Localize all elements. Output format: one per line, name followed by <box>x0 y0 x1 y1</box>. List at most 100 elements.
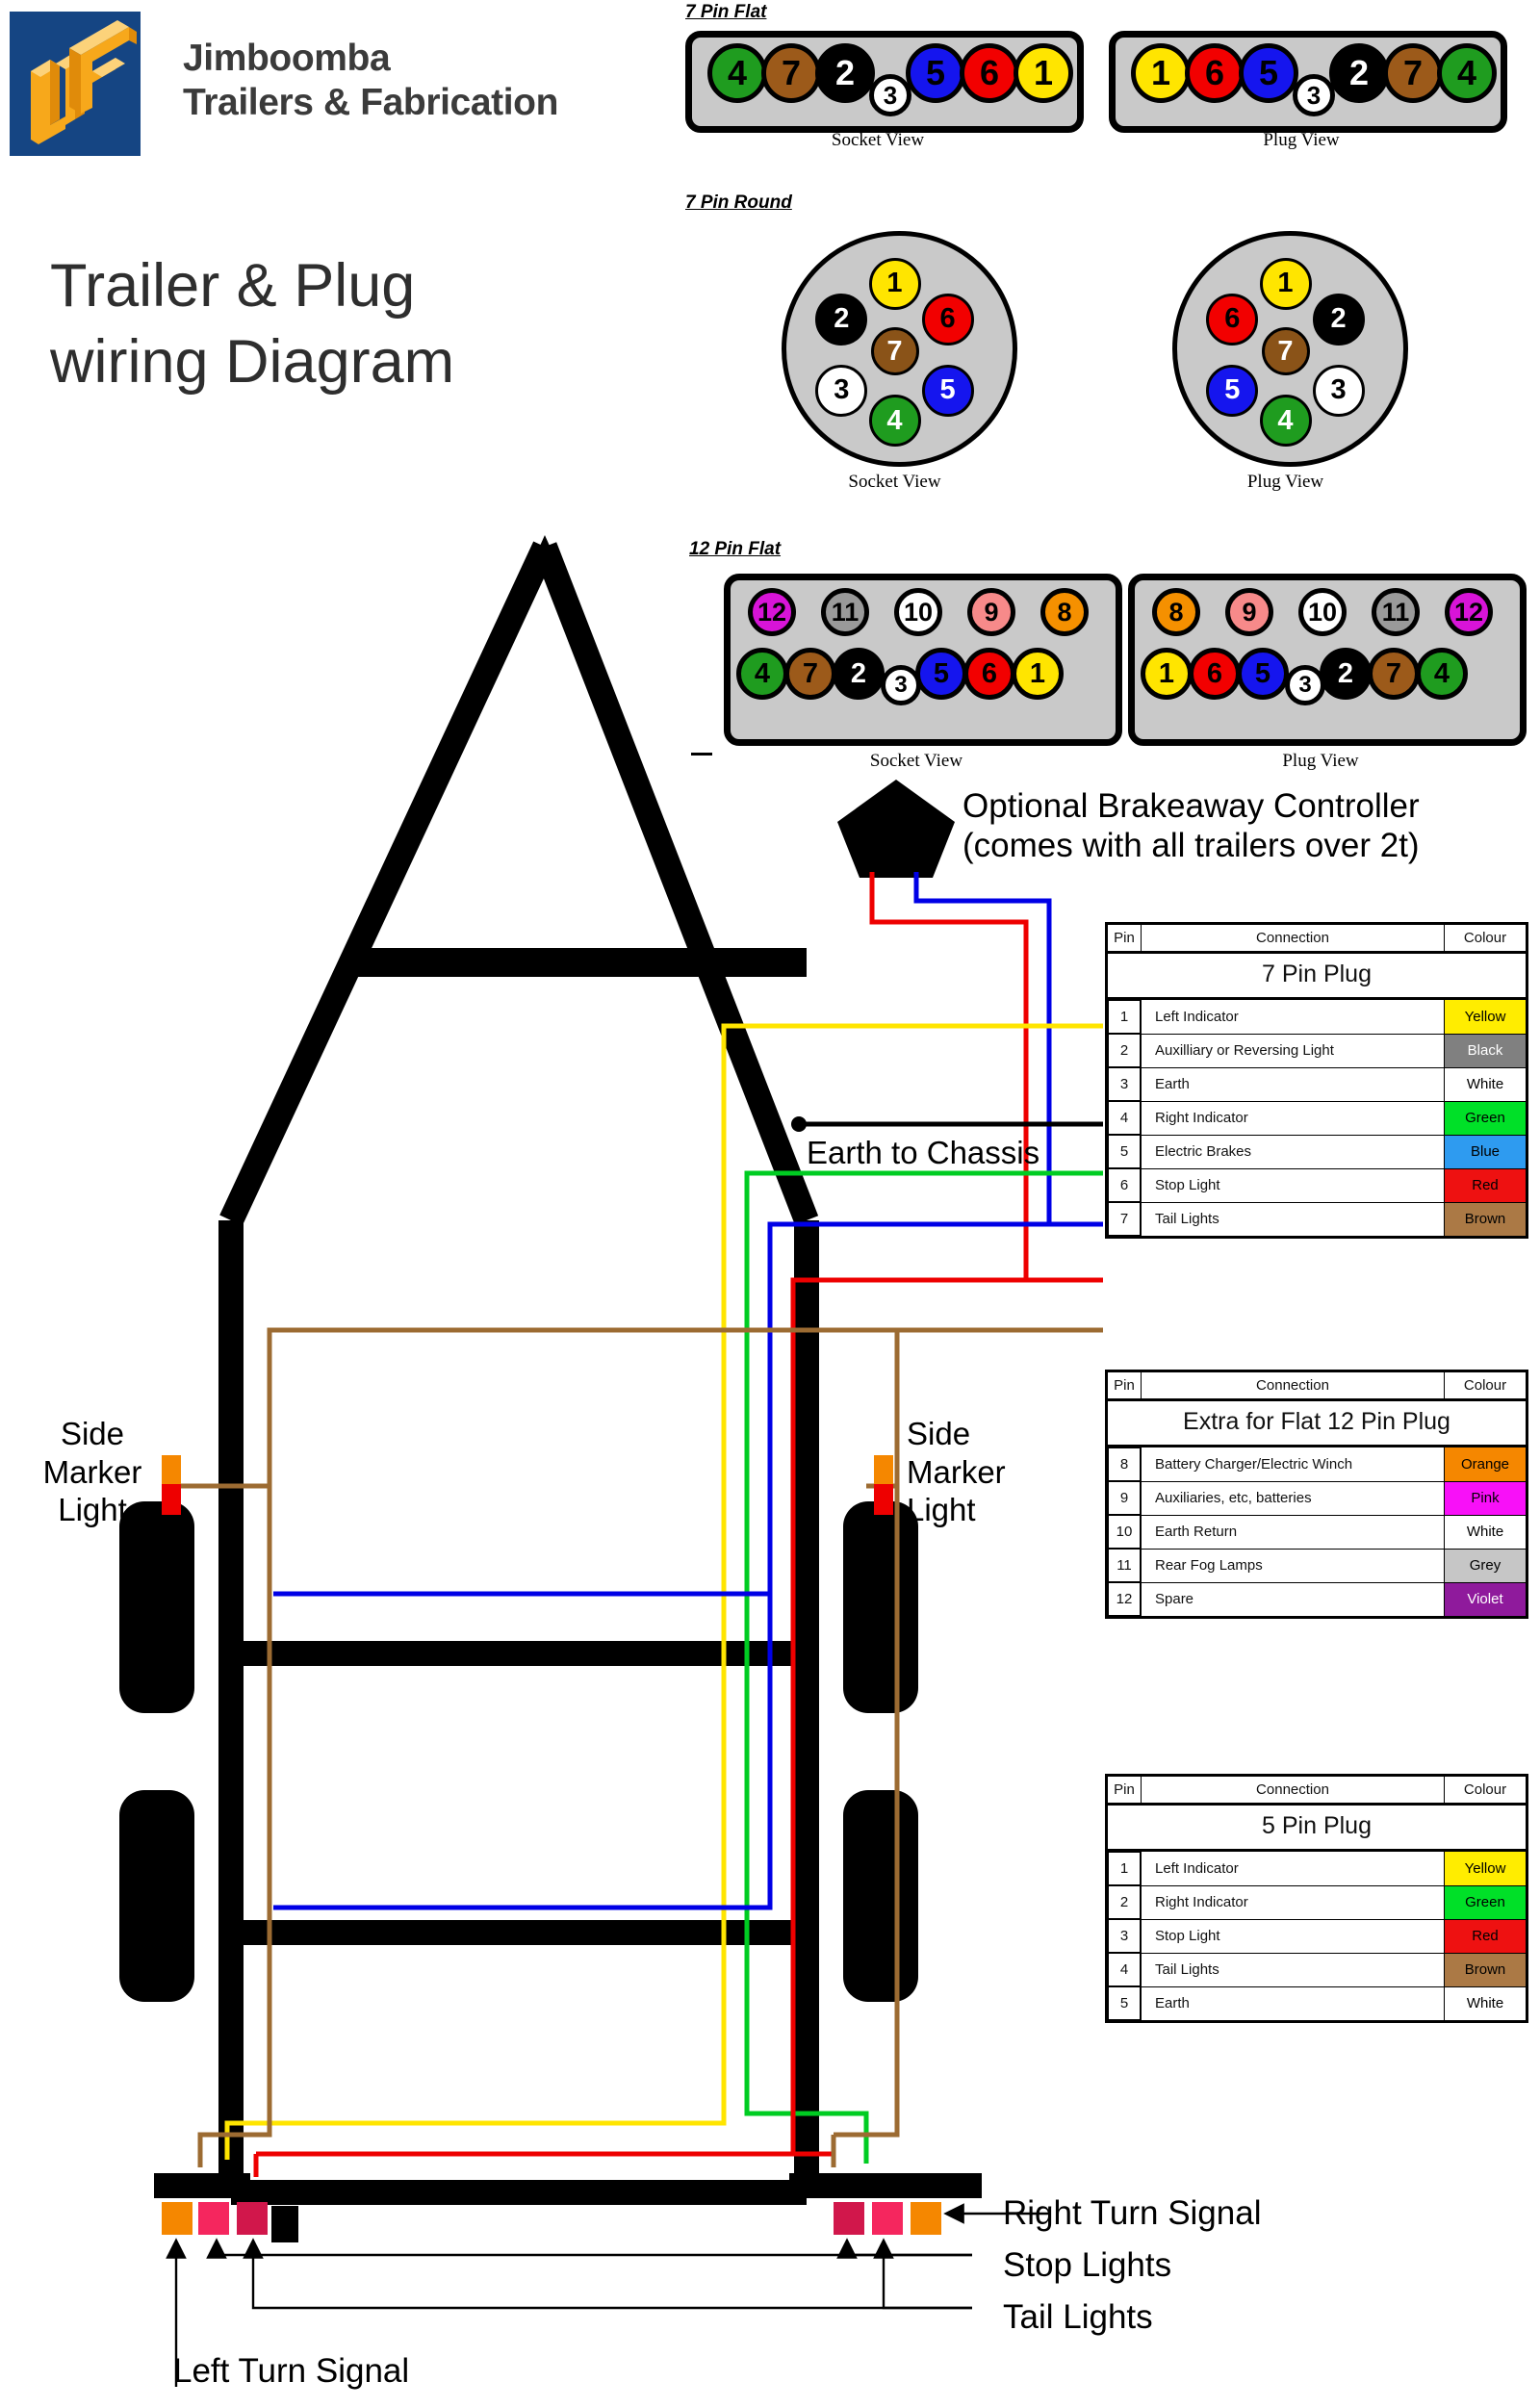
earth-to-chassis-label: Earth to Chassis <box>807 1135 1040 1170</box>
cell-pin: 3 <box>1108 1919 1141 1953</box>
side-marker-right-line-3: Light <box>907 1492 976 1528</box>
cell-colour: Red <box>1444 1918 1527 1954</box>
table-row: 5 Earth White <box>1107 1985 1527 2022</box>
side-marker-left-label: Side Marker Light <box>25 1415 160 1529</box>
cell-connection: Auxilliary or Reversing Light <box>1141 1033 1445 1068</box>
table-title-5-pin-plug: 5 Pin Plug <box>1106 1804 1527 1852</box>
wire-brown-tail-right-seg <box>834 1330 900 2138</box>
table-row: 7 Tail Lights Brown <box>1107 1201 1527 1238</box>
rear-rail-left-stub <box>154 2173 250 2198</box>
th-colour: Colour <box>1444 1371 1527 1401</box>
wire-brakeaway-red <box>869 872 1103 1283</box>
cell-pin: 8 <box>1108 1447 1141 1481</box>
rear-rail-right-stub <box>789 2173 982 2198</box>
table-7-pin-plug: 7 Pin Plug Pin Connection Colour 1 Left I… <box>1105 922 1528 1239</box>
cell-connection: Left Indicator <box>1141 998 1445 1035</box>
cell-pin: 11 <box>1108 1549 1141 1582</box>
cell-colour: Blue <box>1444 1134 1527 1169</box>
table-row: 11 Rear Fog Lamps Grey <box>1107 1548 1527 1583</box>
wheel-front-left <box>119 1501 194 1713</box>
lamp-left-stop <box>237 2202 268 2235</box>
cell-pin: 2 <box>1108 1885 1141 1919</box>
table-row: 3 Earth White <box>1107 1066 1527 1102</box>
cell-pin: 10 <box>1108 1515 1141 1549</box>
side-marker-right-line-2: Marker <box>907 1453 1006 1490</box>
table-row: 4 Tail Lights Brown <box>1107 1952 1527 1987</box>
th-pin: Pin <box>1106 923 1142 954</box>
table-row: 10 Earth Return White <box>1107 1514 1527 1550</box>
tail-lights-label: Tail Lights <box>1003 2298 1153 2336</box>
cell-pin: 9 <box>1108 1481 1141 1515</box>
earth-point-dot <box>791 1116 807 1132</box>
th-colour: Colour <box>1444 923 1527 954</box>
table-row: 2 Right Indicator Green <box>1107 1884 1527 1920</box>
cell-colour: Violet <box>1444 1581 1527 1618</box>
leader-stop-lights-right <box>836 2238 972 2259</box>
cell-pin: 5 <box>1108 1986 1141 2020</box>
cell-pin: 2 <box>1108 1034 1141 1067</box>
cell-colour: Red <box>1444 1167 1527 1203</box>
cell-connection: Tail Lights <box>1141 1201 1445 1238</box>
stop-lights-label: Stop Lights <box>1003 2246 1172 2284</box>
cell-pin: 4 <box>1108 1101 1141 1135</box>
table-body-7-pin-plug: 1 Left Indicator Yellow 2 Auxilliary or Reve… <box>1107 998 1527 1238</box>
leader-tail-lights <box>243 2238 972 2310</box>
cell-connection: Rear Fog Lamps <box>1141 1548 1445 1583</box>
table-body-5-pin: 1 Left Indicator Yellow 2 Right Indicator Gre… <box>1107 1850 1527 2022</box>
side-marker-lamp-right <box>874 1455 893 1515</box>
cell-colour: Brown <box>1444 1952 1527 1987</box>
lamp-left-tail <box>198 2202 229 2235</box>
lamp-right-stop <box>834 2202 864 2235</box>
cell-colour: Yellow <box>1444 998 1527 1035</box>
cell-colour: Orange <box>1444 1446 1527 1482</box>
cell-connection: Earth Return <box>1141 1514 1445 1550</box>
cell-connection: Spare <box>1141 1581 1445 1618</box>
cell-colour: Yellow <box>1444 1850 1527 1886</box>
table-row: 6 Stop Light Red <box>1107 1167 1527 1203</box>
table-title-7-pin-plug: 7 Pin Plug <box>1106 952 1527 1000</box>
cell-colour: Grey <box>1444 1548 1527 1583</box>
cell-pin: 4 <box>1108 1953 1141 1986</box>
table-row: 3 Stop Light Red <box>1107 1918 1527 1954</box>
table-row: 2 Auxilliary or Reversing Light Black <box>1107 1033 1527 1068</box>
table-body-12-pin: 8 Battery Charger/Electric Winch Orange 9 Au… <box>1107 1446 1527 1618</box>
trailer-frame <box>218 541 819 2205</box>
th-colour: Colour <box>1444 1775 1527 1806</box>
wheel-front-right <box>843 1501 918 1713</box>
cell-pin: 5 <box>1108 1135 1141 1168</box>
side-marker-left-line-3: Light <box>58 1492 127 1528</box>
cell-connection: Right Indicator <box>1141 1100 1445 1136</box>
cell-colour: Pink <box>1444 1480 1527 1516</box>
left-turn-signal-label: Left Turn Signal <box>173 2352 410 2390</box>
side-marker-left-line-2: Marker <box>42 1453 142 1490</box>
cell-connection: Earth <box>1141 1066 1445 1102</box>
side-marker-lamp-left <box>162 1455 181 1515</box>
table-row: 12 Spare Violet <box>1107 1581 1527 1618</box>
wheel-rear-left <box>119 1790 194 2002</box>
cell-connection: Stop Light <box>1141 1167 1445 1203</box>
cell-colour: White <box>1444 1985 1527 2022</box>
lamp-right-turn-signal <box>911 2202 941 2235</box>
cell-pin: 7 <box>1108 1202 1141 1236</box>
cell-colour: Green <box>1444 1884 1527 1920</box>
th-connection: Connection <box>1141 923 1445 954</box>
table-row: 8 Battery Charger/Electric Winch Orange <box>1107 1446 1527 1482</box>
cell-connection: Earth <box>1141 1985 1445 2022</box>
cell-pin: 3 <box>1108 1067 1141 1101</box>
leader-stop-lights <box>206 2238 972 2259</box>
cell-connection: Auxiliaries, etc, batteries <box>1141 1480 1445 1516</box>
chassis-earth-tab <box>271 2206 298 2242</box>
th-pin: Pin <box>1106 1775 1142 1806</box>
cell-colour: White <box>1444 1514 1527 1550</box>
table-extra-flat-12-pin-plug: Extra for Flat 12 Pin Plug Pin Connectio… <box>1105 1370 1528 1619</box>
cell-pin: 6 <box>1108 1168 1141 1202</box>
wire-red-stop-lights <box>256 1277 1103 2157</box>
table-title-12-pin: Extra for Flat 12 Pin Plug <box>1106 1399 1527 1447</box>
cell-pin: 1 <box>1108 1000 1141 1034</box>
table-row: 1 Left Indicator Yellow <box>1107 998 1527 1035</box>
lamp-left-turn-signal <box>162 2202 192 2235</box>
cell-colour: Black <box>1444 1033 1527 1068</box>
table-row: 1 Left Indicator Yellow <box>1107 1850 1527 1886</box>
side-marker-right-label: Side Marker Light <box>907 1415 1061 1529</box>
table-row: 9 Auxiliaries, etc, batteries Pink <box>1107 1480 1527 1516</box>
